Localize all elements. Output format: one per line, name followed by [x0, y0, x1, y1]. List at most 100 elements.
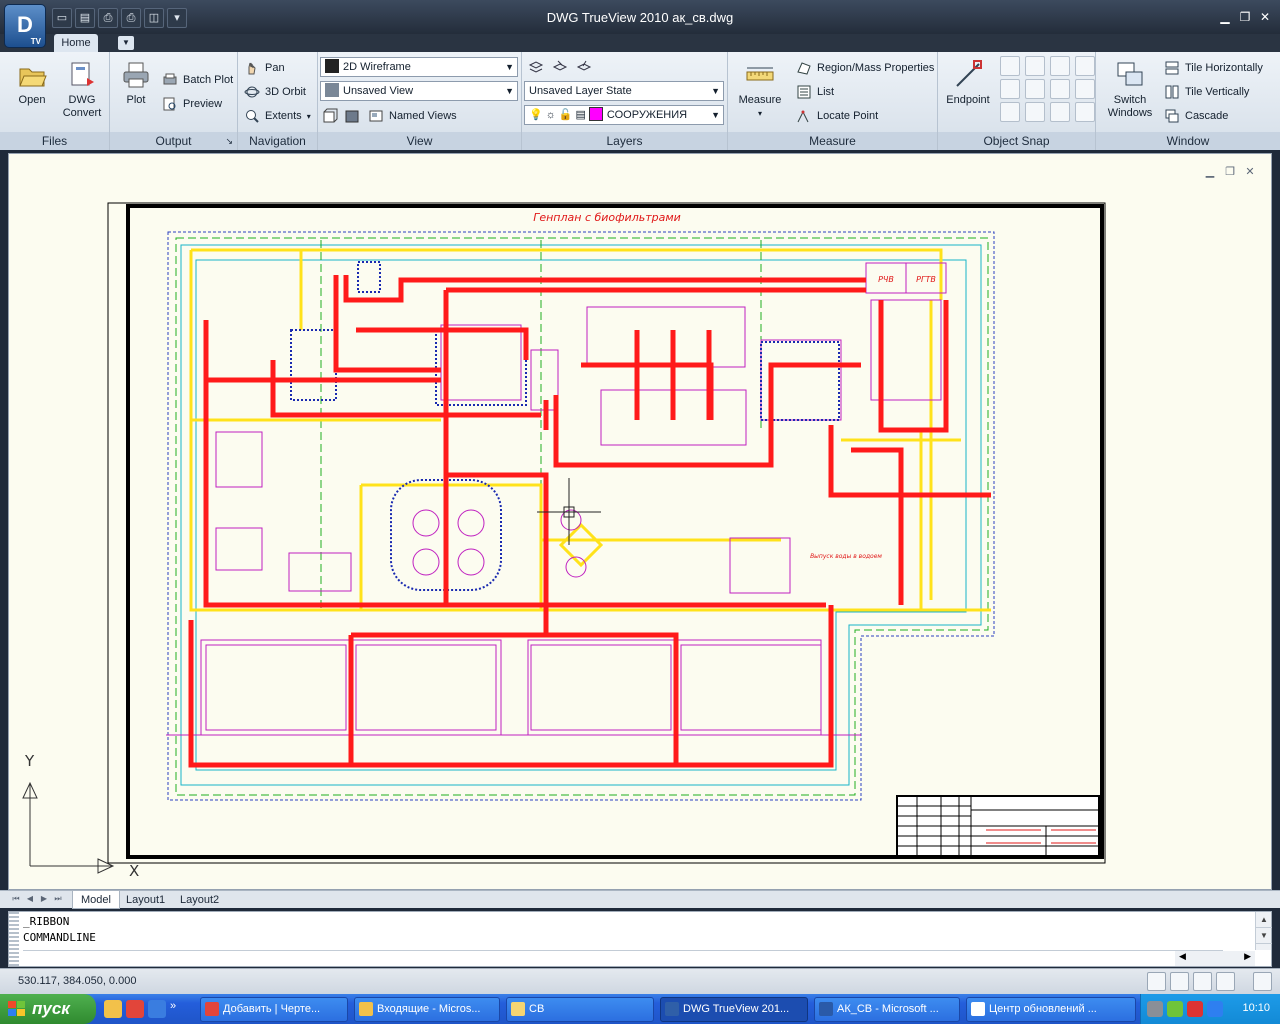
- tile-vertically-button[interactable]: Tile Vertically: [1164, 82, 1249, 102]
- view-cube-button[interactable]: [322, 106, 338, 126]
- preview-button[interactable]: Preview: [162, 94, 222, 114]
- status-bar: 530.117, 384.050, 0.000: [0, 968, 1280, 994]
- drawing-canvas[interactable]: ▁ ❐ ✕ Генплан с биофильтрами РЧВ РГТВ Вы…: [8, 153, 1272, 890]
- tray-arrow-icon[interactable]: [1147, 1001, 1163, 1017]
- next-tab-arrow-icon[interactable]: ▶: [38, 893, 50, 905]
- nearest-snap-icon[interactable]: [1050, 102, 1070, 122]
- measure-panel: Measure ▾ Region/Mass Properties List Lo…: [728, 52, 938, 150]
- apparent-intersection-snap-icon[interactable]: [1050, 56, 1070, 76]
- extents-button[interactable]: Extents ▾: [244, 106, 311, 126]
- region-mass-properties-button[interactable]: Region/Mass Properties: [796, 58, 934, 78]
- tile-horizontally-button[interactable]: Tile Horizontally: [1164, 58, 1263, 78]
- tab-home[interactable]: Home: [54, 34, 98, 52]
- tab-layout1[interactable]: Layout1: [118, 891, 173, 909]
- batch-plot-button[interactable]: Batch Plot: [162, 70, 233, 90]
- task-button[interactable]: DWG TrueView 201...: [660, 997, 808, 1022]
- more-chevron-icon[interactable]: »: [170, 1000, 176, 1018]
- application-menu-button[interactable]: D TV: [4, 4, 46, 48]
- ucs-icon: [22, 781, 115, 874]
- locate-point-label: Locate Point: [817, 110, 879, 122]
- extents-dropdown-icon[interactable]: ▾: [307, 112, 311, 121]
- tray-app-icon[interactable]: [1167, 1001, 1183, 1017]
- minimize-button[interactable]: ▁: [1216, 8, 1234, 26]
- layer-dropdown[interactable]: 💡 ☼ 🔓 ▤ СООРУЖЕНИЯ ▼: [524, 105, 724, 125]
- scroll-left-arrow-icon[interactable]: ◀: [1179, 951, 1186, 962]
- task-button[interactable]: АК_СВ - Microsoft ...: [814, 997, 960, 1022]
- plot-button[interactable]: Plot: [112, 58, 160, 107]
- showmotion-icon[interactable]: [1216, 972, 1235, 991]
- tangent-snap-icon[interactable]: [1050, 79, 1070, 99]
- command-line-grip[interactable]: [9, 912, 19, 966]
- windows-taskbar: пуск » Добавить | Черте... Входящие - Mi…: [0, 994, 1280, 1024]
- start-button[interactable]: пуск: [0, 994, 96, 1024]
- task-button[interactable]: Добавить | Черте...: [200, 997, 348, 1022]
- prev-tab-arrow-icon[interactable]: ◀: [24, 893, 36, 905]
- scroll-up-arrow-icon[interactable]: ▲: [1256, 912, 1272, 928]
- cascade-label: Cascade: [1185, 110, 1229, 122]
- close-button[interactable]: ✕: [1256, 8, 1274, 26]
- named-view-dropdown[interactable]: Unsaved View ▼: [320, 81, 518, 101]
- first-tab-arrow-icon[interactable]: ⏮: [10, 893, 22, 905]
- visual-style-dropdown[interactable]: 2D Wireframe ▼: [320, 57, 518, 77]
- tab-model[interactable]: Model: [72, 891, 120, 909]
- layers-panel: Unsaved Layer State ▼ 💡 ☼ 🔓 ▤ СООРУЖЕНИЯ ▼ Lay…: [522, 52, 728, 150]
- task-button[interactable]: СВ: [506, 997, 654, 1022]
- snap-settings-icon[interactable]: [1075, 102, 1095, 122]
- object-snap-panel: Endpoint Object Snap: [938, 52, 1096, 150]
- task-button[interactable]: Входящие - Micros...: [354, 997, 500, 1022]
- endpoint-button[interactable]: Endpoint: [942, 58, 994, 107]
- command-hscroll[interactable]: ◀ ▶: [1175, 951, 1255, 966]
- node-snap-icon[interactable]: [1075, 79, 1095, 99]
- pan-status-icon[interactable]: [1147, 972, 1166, 991]
- browser-icon[interactable]: [148, 1000, 166, 1018]
- center-snap-icon[interactable]: [1000, 79, 1020, 99]
- last-tab-arrow-icon[interactable]: ⏭: [52, 893, 64, 905]
- task-button[interactable]: Центр обновлений ...: [966, 997, 1136, 1022]
- intersection-snap-icon[interactable]: [1025, 56, 1045, 76]
- scroll-right-arrow-icon[interactable]: ▶: [1244, 951, 1251, 962]
- panel-launcher-icon[interactable]: ↘: [225, 132, 233, 150]
- measure-button[interactable]: Measure ▾: [736, 58, 784, 120]
- layer-state-button[interactable]: [576, 57, 592, 77]
- layer-walk-button[interactable]: [552, 57, 568, 77]
- dwg-convert-button[interactable]: DWG Convert: [58, 58, 106, 120]
- network-icon[interactable]: [1207, 1001, 1223, 1017]
- measure-dropdown-icon[interactable]: ▾: [736, 107, 784, 120]
- command-input[interactable]: [23, 950, 1223, 966]
- restore-button[interactable]: ❐: [1236, 8, 1254, 26]
- layer-state-dropdown[interactable]: Unsaved Layer State ▼: [524, 81, 724, 101]
- list-button[interactable]: List: [796, 82, 834, 102]
- open-button[interactable]: Open: [8, 58, 56, 107]
- object-snap-panel-label: Object Snap: [938, 132, 1095, 150]
- layer-properties-button[interactable]: [528, 57, 544, 77]
- named-views-button[interactable]: Named Views: [368, 106, 457, 126]
- perpendicular-snap-icon[interactable]: [1000, 102, 1020, 122]
- chrome-icon[interactable]: [126, 1000, 144, 1018]
- view-manager-button[interactable]: [344, 106, 360, 126]
- locate-point-button[interactable]: Locate Point: [796, 106, 878, 126]
- extension-snap-icon[interactable]: [1075, 56, 1095, 76]
- files-panel: Open DWG Convert Files: [0, 52, 110, 150]
- osnap-buttons: [1000, 56, 1097, 122]
- tray-app-icon[interactable]: [1187, 1001, 1203, 1017]
- cascade-button[interactable]: Cascade: [1164, 106, 1228, 126]
- pan-button[interactable]: Pan: [244, 58, 285, 78]
- dwg-convert-icon: [71, 62, 94, 86]
- sun-icon: ☼: [545, 109, 556, 121]
- zoom-status-icon[interactable]: [1170, 972, 1189, 991]
- parallel-snap-icon[interactable]: [1025, 102, 1045, 122]
- command-scrollbar[interactable]: ▲ ▼: [1255, 912, 1272, 950]
- tab-layout2[interactable]: Layout2: [172, 891, 227, 909]
- status-menu-icon[interactable]: [1253, 972, 1272, 991]
- switch-windows-button[interactable]: Switch Windows: [1102, 58, 1158, 120]
- steering-wheel-icon[interactable]: [1193, 972, 1212, 991]
- view-panel: 2D Wireframe ▼ Unsaved View ▼ Named Views …: [318, 52, 522, 150]
- quadrant-snap-icon[interactable]: [1025, 79, 1045, 99]
- layers-panel-label: Layers: [522, 132, 727, 150]
- midpoint-snap-icon[interactable]: [1000, 56, 1020, 76]
- ribbon-minimize-dropdown-icon[interactable]: ▼: [118, 36, 134, 50]
- scroll-down-arrow-icon[interactable]: ▼: [1256, 928, 1272, 944]
- label-rgtv: РГТВ: [916, 275, 936, 284]
- orbit-button[interactable]: 3D Orbit: [244, 82, 306, 102]
- mail-icon[interactable]: [104, 1000, 122, 1018]
